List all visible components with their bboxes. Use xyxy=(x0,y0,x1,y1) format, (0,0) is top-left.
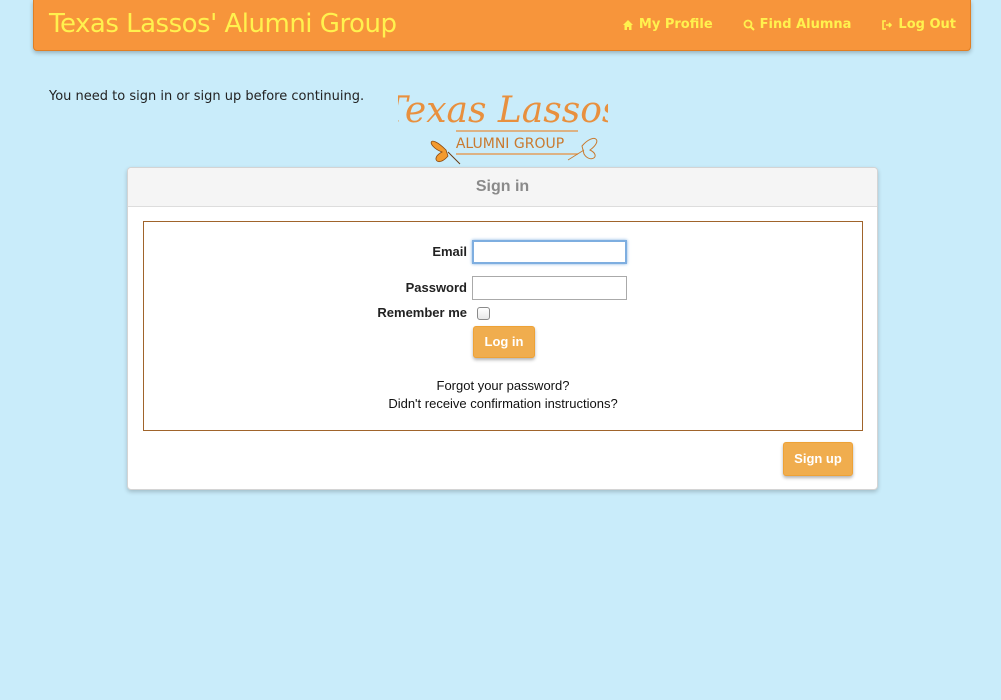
signup-button[interactable]: Sign up xyxy=(783,442,853,476)
logout-icon xyxy=(882,19,893,30)
signin-form-box: Email Password Remember me Log in Forgot… xyxy=(143,221,863,431)
svg-text:ALUMNI GROUP: ALUMNI GROUP xyxy=(456,136,564,152)
signin-heading: Sign in xyxy=(128,168,877,207)
nav-my-profile[interactable]: My Profile xyxy=(622,17,713,32)
flash-notice: You need to sign in or sign up before co… xyxy=(49,89,365,104)
forgot-password-link[interactable]: Forgot your password? xyxy=(144,378,862,393)
email-label: Email xyxy=(432,244,467,259)
brand-title[interactable]: Texas Lassos' Alumni Group xyxy=(49,9,397,39)
nav-find-alumna-label: Find Alumna xyxy=(759,17,852,32)
search-icon xyxy=(743,19,755,31)
password-label: Password xyxy=(405,280,467,295)
nav-find-alumna[interactable]: Find Alumna xyxy=(743,17,852,32)
nav-my-profile-label: My Profile xyxy=(638,17,713,32)
nav-links: My Profile Find Alumna Log Out xyxy=(622,17,956,32)
login-button[interactable]: Log in xyxy=(473,326,535,358)
confirmation-instructions-link[interactable]: Didn't receive confirmation instructions… xyxy=(144,396,862,411)
email-field[interactable] xyxy=(472,240,627,264)
texas-lassos-logo: Texas Lassos ALUMNI GROUP xyxy=(398,90,608,165)
signin-panel: Sign in Email Password Remember me Log i… xyxy=(127,167,878,490)
nav-log-out-label: Log Out xyxy=(898,17,956,32)
remember-me-checkbox[interactable] xyxy=(477,307,490,320)
nav-log-out[interactable]: Log Out xyxy=(881,17,956,32)
remember-me-label: Remember me xyxy=(377,305,467,320)
home-icon xyxy=(622,19,633,30)
svg-text:Texas Lassos: Texas Lassos xyxy=(398,90,608,131)
butterfly-right-icon xyxy=(567,137,598,161)
top-navbar: Texas Lassos' Alumni Group My Profile Fi… xyxy=(33,0,971,51)
password-field[interactable] xyxy=(472,276,627,300)
